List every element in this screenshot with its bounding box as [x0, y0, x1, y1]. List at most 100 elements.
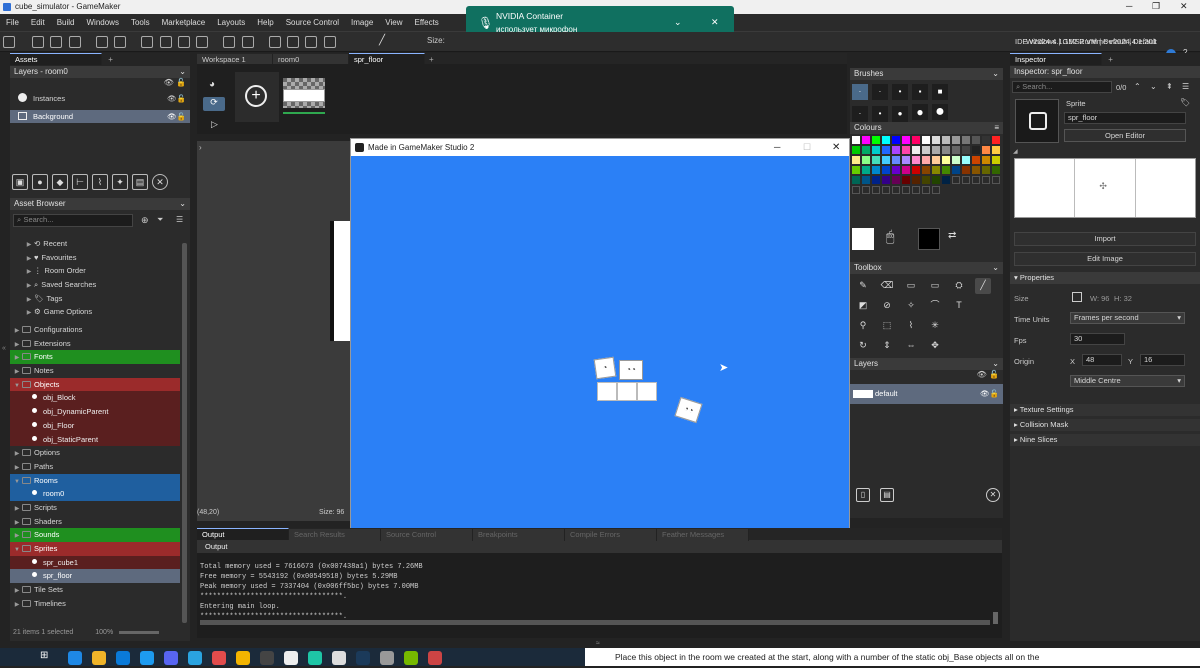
edge-icon[interactable] — [68, 651, 82, 665]
colour-swatch[interactable] — [942, 176, 950, 184]
import-button[interactable]: Import — [1014, 232, 1196, 246]
tab-spr_floor[interactable]: spr_floor — [349, 53, 425, 64]
colour-swatch[interactable] — [922, 166, 930, 174]
asset-tree-item[interactable]: room0 — [10, 487, 180, 501]
add-effect-layer-icon[interactable]: ✦ — [112, 174, 128, 190]
colour-swatch[interactable] — [862, 156, 870, 164]
rectangle-tool-icon[interactable]: ◩ — [855, 298, 871, 314]
add-asset-layer-icon[interactable]: ◆ — [52, 174, 68, 190]
colour-swatch[interactable] — [912, 146, 920, 154]
brush-round-1[interactable]: · — [852, 106, 868, 122]
quick-item[interactable]: ▶ ⚙ Game Options — [10, 305, 180, 319]
colour-swatch[interactable] — [852, 166, 860, 174]
empty-colour-swatch[interactable] — [952, 176, 960, 184]
brush-round-3[interactable]: ● — [892, 106, 908, 122]
colour-swatch[interactable] — [982, 146, 990, 154]
tag-icon[interactable]: 🏷 — [1180, 98, 1190, 107]
menu-effects[interactable]: Effects — [408, 14, 444, 32]
menu-image[interactable]: Image — [345, 14, 379, 32]
colour-swatch[interactable] — [872, 166, 880, 174]
colour-swatch[interactable] — [952, 146, 960, 154]
colour-swatch[interactable] — [952, 136, 960, 144]
colour-swatch[interactable] — [882, 156, 890, 164]
colour-swatch[interactable] — [852, 156, 860, 164]
lock-icon[interactable]: 🔓 — [989, 370, 999, 379]
empty-colour-swatch[interactable] — [862, 186, 870, 194]
time-units-select[interactable]: Frames per second ▾ — [1070, 312, 1185, 324]
fps-input[interactable]: 30 — [1070, 333, 1125, 345]
flip-horizontal-tool-icon[interactable]: ⇔ — [903, 338, 919, 354]
open-project-icon[interactable] — [50, 36, 63, 48]
asset-tree-item[interactable]: obj_Block — [10, 391, 180, 406]
add-layer-icon[interactable]: ▯ — [856, 488, 870, 502]
tab-assets[interactable]: Assets — [10, 53, 102, 65]
lasso-tool-icon[interactable]: ⌇ — [903, 318, 919, 334]
asset-tree-item[interactable]: obj_Floor — [10, 418, 180, 433]
chevron-down-icon[interactable]: ⌄ — [674, 17, 682, 28]
tab-inspector[interactable]: Inspector — [1010, 53, 1102, 65]
delete-layer-icon[interactable]: ✕ — [986, 488, 1000, 502]
right-colour-swatch[interactable] — [918, 228, 940, 250]
help-icon[interactable] — [241, 36, 254, 48]
app-icon[interactable] — [428, 651, 442, 665]
colour-swatch[interactable] — [942, 136, 950, 144]
output-scrollbar[interactable] — [993, 612, 998, 624]
colour-swatch[interactable] — [902, 166, 910, 174]
colour-swatch[interactable] — [922, 146, 930, 154]
select-rect-tool-icon[interactable]: ▭ — [903, 278, 919, 294]
tab-breakpoints[interactable]: Breakpoints — [473, 529, 565, 541]
menu-file[interactable]: File — [0, 14, 25, 32]
empty-colour-swatch[interactable] — [852, 186, 860, 194]
chevron-down-icon[interactable]: ⌄ — [992, 68, 999, 80]
close-icon[interactable]: ✕ — [711, 17, 719, 28]
app-icon[interactable] — [212, 651, 226, 665]
collapse-left-icon[interactable]: « — [2, 345, 6, 352]
colour-swatch[interactable] — [872, 136, 880, 144]
next-icon[interactable]: ⌄ — [1150, 82, 1157, 91]
inspector-section[interactable]: ▸ Nine Slices — [1010, 434, 1200, 446]
colour-swatch[interactable] — [902, 146, 910, 154]
chrome-icon[interactable] — [236, 651, 250, 665]
new-project-icon[interactable] — [32, 36, 45, 48]
colour-swatch[interactable] — [972, 136, 980, 144]
quick-item[interactable]: ▶ 🏷 Tags — [10, 292, 180, 306]
expand-icon[interactable]: › — [199, 143, 202, 152]
properties-header[interactable]: ▾ Properties — [1010, 272, 1200, 284]
task-view-icon[interactable]: ⊞ — [40, 650, 48, 661]
build-icon[interactable] — [196, 36, 209, 48]
colour-swatch[interactable] — [992, 156, 1000, 164]
github-icon[interactable] — [260, 651, 274, 665]
colour-swatch[interactable] — [932, 136, 940, 144]
menu-marketplace[interactable]: Marketplace — [156, 14, 212, 32]
quick-item[interactable]: ▶ ⟲ Recent — [10, 237, 180, 251]
layer-instances[interactable]: Instances 👁🔓 — [10, 92, 190, 106]
eyedropper-tool-icon[interactable]: ⚲ — [855, 318, 871, 334]
empty-colour-swatch[interactable] — [912, 186, 920, 194]
colour-swatch[interactable] — [952, 156, 960, 164]
frame-thumbnail[interactable] — [283, 78, 325, 108]
asset-tree-item[interactable]: spr_floor — [10, 569, 180, 584]
add-tab-icon[interactable]: + — [429, 55, 434, 64]
asset-tree-item[interactable]: ▶ Fonts — [10, 350, 180, 365]
asset-tree-item[interactable]: spr_cube1 — [10, 555, 180, 570]
colour-swatch[interactable] — [922, 136, 930, 144]
inspector-section[interactable]: ▸ Collision Mask — [1010, 419, 1200, 431]
package-icon[interactable] — [95, 36, 108, 48]
asset-tree-item[interactable]: ▶ Extensions — [10, 337, 180, 351]
colour-swatch[interactable] — [882, 176, 890, 184]
colour-swatch[interactable] — [912, 176, 920, 184]
asset-tree-item[interactable]: ▶ Configurations — [10, 323, 180, 337]
previous-icon[interactable]: ⌃ — [1134, 82, 1141, 91]
colour-swatch[interactable] — [852, 176, 860, 184]
eye-icon[interactable]: 👁🔓 — [167, 110, 186, 124]
menu-windows[interactable]: Windows — [80, 14, 124, 32]
image-layers-header[interactable]: Layers ⌄ — [850, 358, 1003, 370]
menu-icon[interactable]: ☰ — [176, 215, 183, 224]
colour-swatch[interactable] — [932, 176, 940, 184]
asset-name-field[interactable]: spr_floor — [1064, 112, 1186, 124]
colour-swatch[interactable] — [972, 156, 980, 164]
magic-select-tool-icon[interactable]: ✳ — [927, 318, 943, 334]
colour-swatch[interactable] — [912, 166, 920, 174]
telegram-icon[interactable] — [188, 651, 202, 665]
asset-tree-item[interactable]: obj_DynamicParent — [10, 405, 180, 419]
